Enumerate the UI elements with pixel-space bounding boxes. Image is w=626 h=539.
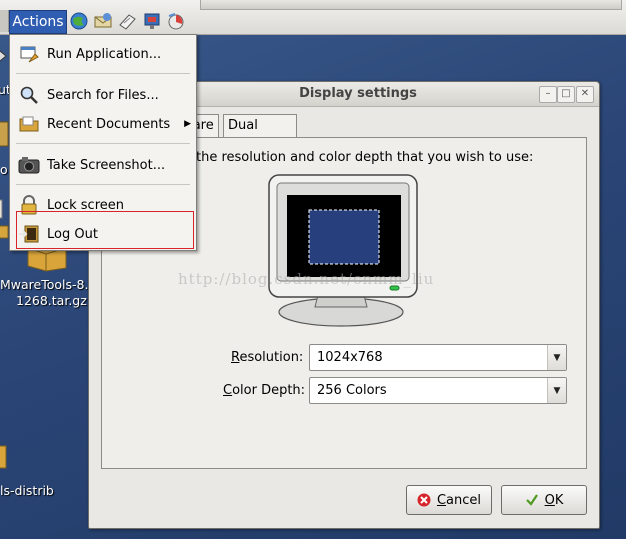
run-icon xyxy=(18,43,40,65)
presentation-icon[interactable] xyxy=(141,10,163,32)
menu-separator xyxy=(16,73,190,74)
menu-item-recent-documents[interactable]: Recent Documents ▶ xyxy=(10,111,196,137)
menu-item-label: Take Screenshot... xyxy=(47,157,166,173)
chevron-down-icon[interactable]: ▼ xyxy=(547,378,566,403)
folder-icon xyxy=(18,113,40,135)
ok-button[interactable]: OK xyxy=(501,485,587,515)
cancel-label: Cancel xyxy=(436,492,482,508)
checkmark-icon xyxy=(525,494,538,506)
chart-icon[interactable] xyxy=(165,10,187,32)
chevron-right-icon: ▶ xyxy=(184,119,191,129)
desktop-label[interactable]: 1268.tar.gz xyxy=(16,293,87,308)
watermark: http://blog.csdn.net/cnmm_liu xyxy=(178,270,435,288)
color-depth-label: Color Depth: xyxy=(223,383,306,398)
menu-separator xyxy=(16,143,190,144)
maximize-button[interactable]: □ xyxy=(557,86,575,103)
highlight-annotation xyxy=(16,211,194,249)
color-depth-combo[interactable]: 256 Colors ▼ xyxy=(309,377,567,404)
close-button[interactable]: ✕ xyxy=(576,86,594,103)
panel-handle[interactable] xyxy=(0,10,9,32)
taskbar-button[interactable] xyxy=(200,0,622,10)
package-icon[interactable] xyxy=(0,440,12,474)
cancel-icon xyxy=(417,493,431,507)
top-panel: Actions xyxy=(0,0,626,35)
notes-icon[interactable] xyxy=(116,10,138,32)
resolution-label: Resolution: xyxy=(231,350,304,365)
ok-label: OK xyxy=(544,492,564,508)
search-icon xyxy=(18,84,40,106)
actions-menu-button[interactable]: Actions xyxy=(9,10,67,34)
desktop-label[interactable]: ls-distrib xyxy=(0,483,54,498)
mail-icon[interactable] xyxy=(92,10,114,32)
menu-item-label: Recent Documents xyxy=(47,116,171,132)
menu-item-label: Run Application... xyxy=(47,46,162,62)
tab-dual-head[interactable]: Dual head xyxy=(223,114,297,155)
resolution-combo[interactable]: 1024x768 ▼ xyxy=(309,344,567,371)
chevron-down-icon[interactable]: ▼ xyxy=(547,345,566,370)
menu-item-label: Search for Files... xyxy=(47,87,159,103)
actions-menu: Run Application... Search for Files... R… xyxy=(9,34,197,251)
menu-item-run-application[interactable]: Run Application... xyxy=(10,41,196,67)
cancel-button[interactable]: Cancel xyxy=(406,485,492,515)
resolution-value: 1024x768 xyxy=(317,350,383,365)
desktop-label[interactable]: MwareTools-8.8 xyxy=(0,277,96,292)
desktop-label[interactable]: o xyxy=(0,162,8,177)
menu-item-search-files[interactable]: Search for Files... xyxy=(10,82,196,108)
instruction-text: the resolution and color depth that you … xyxy=(196,150,534,165)
menu-item-take-screenshot[interactable]: Take Screenshot... xyxy=(10,152,196,178)
minimize-button[interactable]: – xyxy=(539,86,557,103)
camera-icon xyxy=(18,154,40,176)
web-browser-icon[interactable] xyxy=(68,10,90,32)
color-depth-value: 256 Colors xyxy=(317,383,387,398)
monitor-illustration xyxy=(268,174,418,327)
menu-separator xyxy=(16,184,190,185)
